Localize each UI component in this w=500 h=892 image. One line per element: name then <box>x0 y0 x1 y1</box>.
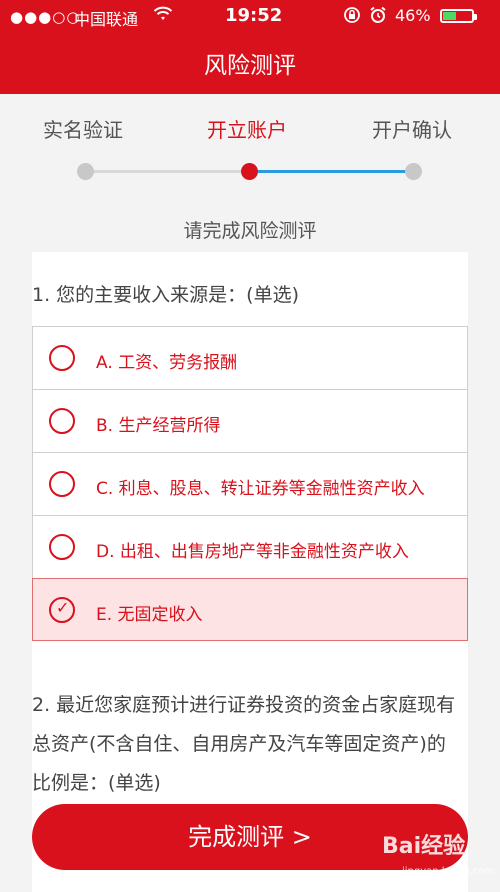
step-label-open-account: 开立账户 <box>207 118 287 142</box>
wifi-icon <box>153 6 173 26</box>
rotation-lock-icon <box>343 6 361 28</box>
step-dot-confirm <box>405 163 422 180</box>
battery-percent: 46% <box>395 6 431 25</box>
question-1-options: A. 工资、劳务报酬 B. 生产经营所得 C. 利息、股息、转让证券等金融性资产… <box>32 326 468 641</box>
radio-icon <box>49 471 75 497</box>
option-label: B. 生产经营所得 <box>96 416 221 436</box>
step-dot-open-account <box>241 163 258 180</box>
option-b[interactable]: B. 生产经营所得 <box>32 389 468 452</box>
alarm-icon <box>369 6 387 28</box>
option-label: C. 利息、股息、转让证券等金融性资产收入 <box>96 479 425 499</box>
watermark-logo: Bai经验 <box>382 834 466 859</box>
radio-icon <box>49 408 75 434</box>
option-a[interactable]: A. 工资、劳务报酬 <box>32 326 468 389</box>
step-indicator: 实名验证 开立账户 开户确认 <box>0 94 500 204</box>
status-time: 19:52 <box>225 5 283 26</box>
option-label: E. 无固定收入 <box>96 605 203 625</box>
option-label: A. 工资、劳务报酬 <box>96 353 238 373</box>
option-e[interactable]: ✓ E. 无固定收入 <box>32 578 468 641</box>
step-track-left <box>94 170 242 173</box>
app-header: 风险测评 <box>0 32 500 94</box>
option-label: D. 出租、出售房地产等非金融性资产收入 <box>96 542 409 562</box>
battery-level <box>443 12 456 20</box>
option-c[interactable]: C. 利息、股息、转让证券等金融性资产收入 <box>32 452 468 515</box>
checkmark-icon: ✓ <box>56 598 70 617</box>
option-d[interactable]: D. 出租、出售房地产等非金融性资产收入 <box>32 515 468 578</box>
question-2-title: 2. 最近您家庭预计进行证券投资的资金占家庭现有总资产(不含自住、自用房产及汽车… <box>32 694 456 794</box>
step-label-verify: 实名验证 <box>43 118 123 142</box>
radio-icon <box>49 345 75 371</box>
question-1-title: 1. 您的主要收入来源是：(单选) <box>32 284 299 306</box>
radio-checked-icon: ✓ <box>49 597 75 623</box>
page-title: 风险测评 <box>204 53 296 79</box>
watermark-url: jingyan.baidu.com <box>402 866 495 877</box>
section-subtitle: 请完成风险测评 <box>183 220 317 242</box>
status-bar: ●●●○○ 中国联通 19:52 46% <box>0 0 500 32</box>
battery-icon <box>440 9 477 23</box>
step-dot-verify <box>77 163 94 180</box>
radio-icon <box>49 534 75 560</box>
step-track-right <box>258 170 406 173</box>
carrier-name: 中国联通 <box>74 10 139 29</box>
signal-strength-icon: ●●●○○ <box>10 8 81 26</box>
step-label-confirm: 开户确认 <box>372 118 452 142</box>
